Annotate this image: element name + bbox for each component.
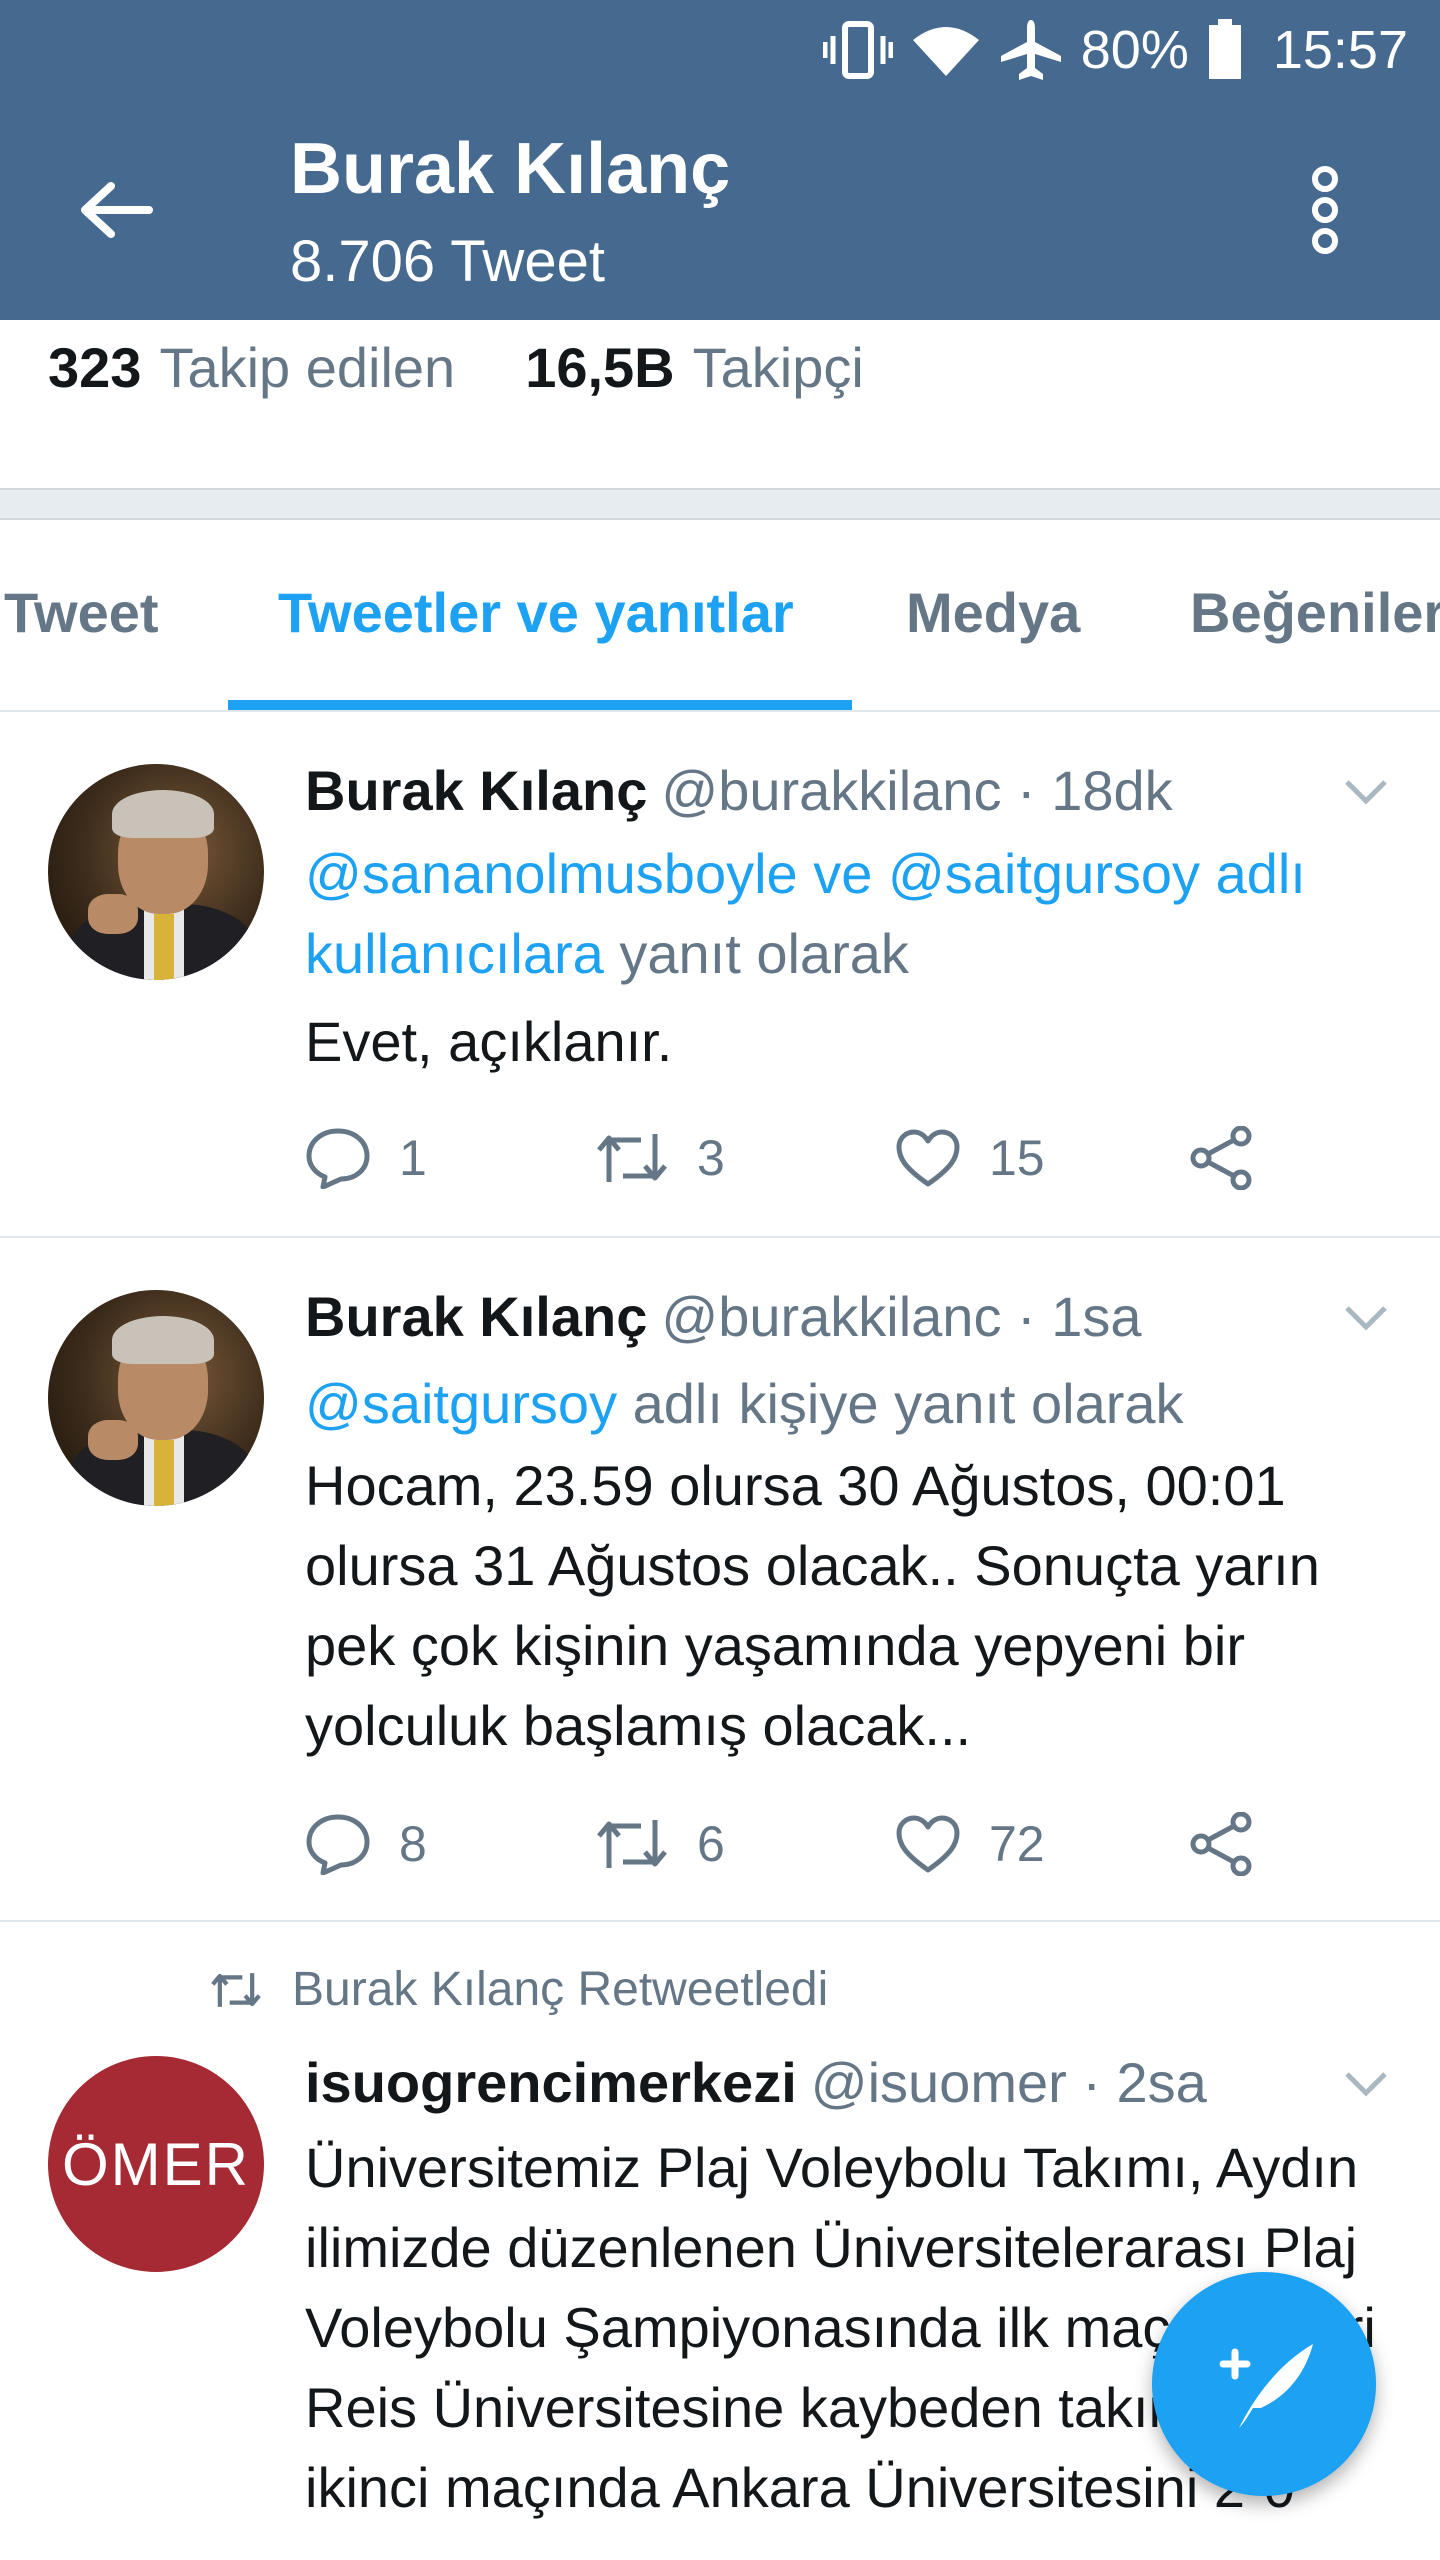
tab-tweets-and-replies[interactable]: Tweetler ve yanıtlar xyxy=(278,580,794,645)
following-count: 323 xyxy=(48,336,142,399)
author-handle-time: @burakkilanc · 1sa xyxy=(661,1285,1142,1348)
followers-label: Takipçi xyxy=(692,336,864,399)
reply-context: @saitgursoy adlı kişiye yanıt olarak xyxy=(305,1364,1405,1444)
tab-media[interactable]: Medya xyxy=(906,580,1080,645)
tweet-menu-button[interactable] xyxy=(1336,1298,1396,1338)
retweeted-by: Burak Kılanç Retweetledi xyxy=(210,1962,828,2017)
author-name[interactable]: isuogrencimerkezi xyxy=(305,2051,797,2114)
reply-suffix: yanıt olarak xyxy=(603,922,909,985)
reply-button[interactable]: 8 xyxy=(305,1804,427,1884)
share-icon xyxy=(1190,1812,1252,1876)
share-button[interactable] xyxy=(1189,1118,1255,1198)
reply-icon xyxy=(306,1128,370,1189)
reply-count: 8 xyxy=(399,1816,427,1872)
following-label: Takip edilen xyxy=(159,336,456,399)
compose-quill-icon xyxy=(1219,2344,1313,2428)
profile-stats: 323 Takip edilen 16,5B Takipçi xyxy=(48,335,864,400)
reply-count: 1 xyxy=(399,1130,427,1186)
share-button[interactable] xyxy=(1189,1804,1255,1884)
wifi-icon xyxy=(911,22,981,78)
retweet-count: 6 xyxy=(697,1816,725,1872)
battery-percent: 80% xyxy=(1080,20,1189,80)
tweet-header: Burak Kılanç @burakkilanc · 18dk xyxy=(305,758,1173,823)
airplane-icon xyxy=(999,18,1063,82)
retweet-count: 3 xyxy=(697,1130,725,1186)
like-button[interactable]: 15 xyxy=(895,1118,1045,1198)
retweet-icon xyxy=(597,1134,667,1182)
chevron-down-icon xyxy=(1345,1306,1387,1331)
more-vert-icon xyxy=(1312,166,1338,254)
tab-tweets[interactable]: Tweet xyxy=(4,580,159,645)
retweet-icon xyxy=(211,1972,261,2007)
tweet-actions: 8 6 72 xyxy=(305,1804,1355,1884)
reply-suffix: adlı kişiye yanıt olarak xyxy=(617,1372,1184,1435)
retweeted-by-label: Burak Kılanç Retweetledi xyxy=(292,1963,829,2016)
tweet-menu-button[interactable] xyxy=(1336,2064,1396,2104)
avatar[interactable]: ÖMER xyxy=(48,2056,264,2272)
profile-tabs: Tweet Tweetler ve yanıtlar Medya Beğenil… xyxy=(0,520,1440,712)
tweet-item[interactable]: Burak Kılanç @burakkilanc · 1sa @saitgurs… xyxy=(0,1238,1440,1922)
tweet-count: 8.706 Tweet xyxy=(290,229,605,294)
avatar[interactable] xyxy=(48,1290,264,1506)
author-handle-time: @burakkilanc · 18dk xyxy=(661,759,1173,822)
active-tab-indicator xyxy=(228,700,852,710)
retweet-button[interactable]: 3 xyxy=(595,1118,725,1198)
tweet-text: Hocam, 23.59 olursa 30 Ağustos, 00:01 ol… xyxy=(305,1454,1320,1757)
tweet-header: Burak Kılanç @burakkilanc · 1sa xyxy=(305,1284,1142,1349)
author-handle-time: @isuomer · 2sa xyxy=(810,2051,1207,2114)
avatar[interactable] xyxy=(48,764,264,980)
arrow-back-icon xyxy=(81,182,153,238)
retweet-icon xyxy=(597,1820,667,1868)
compose-tweet-button[interactable] xyxy=(1152,2272,1376,2496)
tab-likes[interactable]: Beğeniler xyxy=(1190,580,1440,645)
retweet-button[interactable]: 6 xyxy=(595,1804,725,1884)
chevron-down-icon xyxy=(1345,780,1387,805)
tweet-text: Evet, açıklanır. xyxy=(305,1010,673,1073)
like-count: 72 xyxy=(989,1816,1045,1872)
like-button[interactable]: 72 xyxy=(895,1804,1045,1884)
vibrate-icon xyxy=(822,20,893,80)
battery-icon xyxy=(1207,19,1243,81)
reply-mentions[interactable]: @saitgursoy xyxy=(305,1372,617,1435)
tweet-menu-button[interactable] xyxy=(1336,772,1396,812)
followers-count: 16,5B xyxy=(525,336,675,399)
app-bar: 80% 15:57 Burak Kılanç 8.706 Tweet xyxy=(0,0,1440,320)
back-button[interactable] xyxy=(60,160,170,260)
status-bar: 80% 15:57 xyxy=(822,0,1440,100)
omer-logo: ÖMER xyxy=(62,2130,250,2198)
following-stat[interactable]: 323 Takip edilen xyxy=(48,335,455,400)
followers-stat[interactable]: 16,5B Takipçi xyxy=(525,335,864,400)
heart-icon xyxy=(896,1129,960,1187)
share-icon xyxy=(1190,1126,1252,1190)
heart-icon xyxy=(896,1815,960,1873)
tweet-actions: 1 3 15 xyxy=(305,1118,1355,1198)
reply-icon xyxy=(306,1814,370,1875)
like-count: 15 xyxy=(989,1130,1045,1186)
profile-name-title: Burak Kılanç xyxy=(290,129,731,209)
reply-button[interactable]: 1 xyxy=(305,1118,427,1198)
chevron-down-icon xyxy=(1345,2072,1387,2097)
clock: 15:57 xyxy=(1272,20,1408,80)
reply-context: @sananolmusboyle ve @saitgursoy adlı kul… xyxy=(305,834,1405,994)
tweet-header: isuogrencimerkezi @isuomer · 2sa xyxy=(305,2050,1207,2115)
tweet-item[interactable]: Burak Kılanç @burakkilanc · 18dk @sananol… xyxy=(0,712,1440,1238)
author-name[interactable]: Burak Kılanç xyxy=(305,1285,647,1348)
overflow-menu-button[interactable] xyxy=(1290,160,1360,260)
author-name[interactable]: Burak Kılanç xyxy=(305,759,647,822)
section-divider xyxy=(0,488,1440,520)
